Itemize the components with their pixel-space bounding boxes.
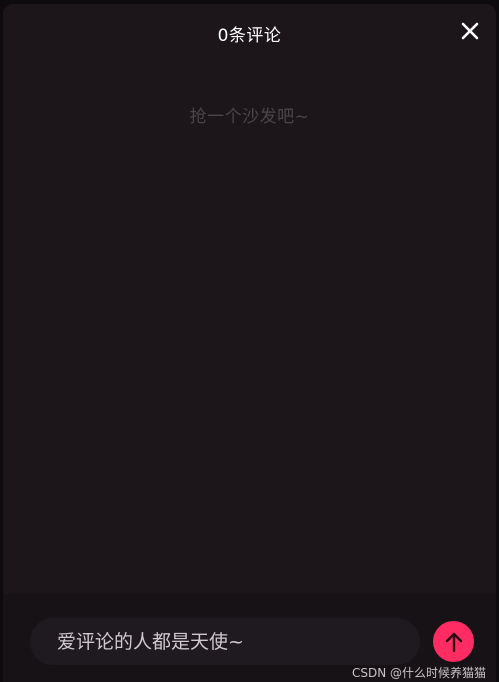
close-button[interactable] [459, 20, 481, 42]
app-frame: 0条评论 抢一个沙发吧~ CSDN @什么时候养猫猫 [0, 0, 499, 682]
send-button[interactable] [433, 621, 474, 662]
empty-comments-text: 抢一个沙发吧~ [189, 107, 310, 127]
comment-input[interactable] [55, 629, 420, 654]
comment-count-title: 0条评论 [217, 26, 282, 46]
close-icon [461, 22, 479, 40]
comment-panel: 0条评论 抢一个沙发吧~ CSDN @什么时候养猫猫 [3, 4, 496, 682]
arrow-up-icon [445, 632, 462, 652]
comment-input-wrapper[interactable] [30, 618, 420, 665]
watermark-text: CSDN @什么时候养猫猫 [351, 666, 486, 680]
comment-composer: CSDN @什么时候养猫猫 [3, 594, 496, 682]
